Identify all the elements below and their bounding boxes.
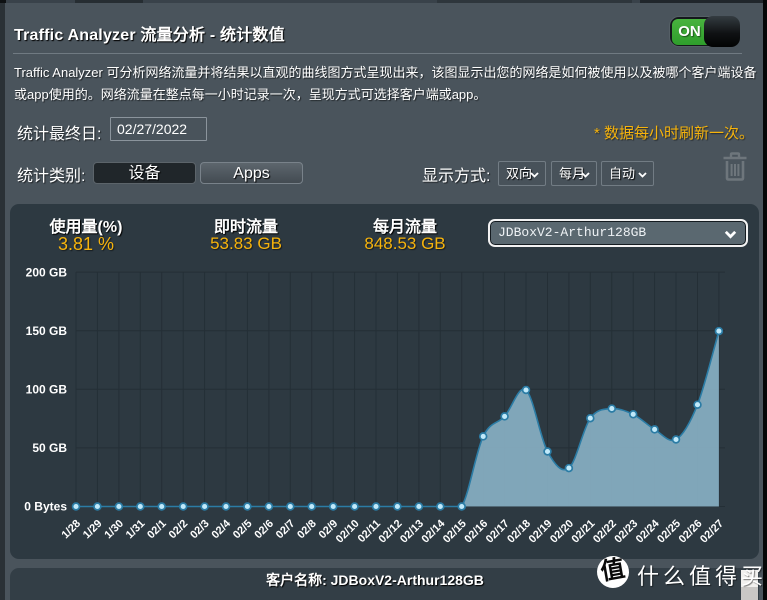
svg-text:02/7: 02/7 xyxy=(274,518,298,542)
svg-text:200 GB: 200 GB xyxy=(26,265,68,279)
svg-text:02/26: 02/26 xyxy=(677,518,705,546)
svg-text:1/29: 1/29 xyxy=(81,518,105,542)
svg-text:02/4: 02/4 xyxy=(209,517,233,541)
svg-text:02/2: 02/2 xyxy=(167,518,191,542)
svg-text:02/21: 02/21 xyxy=(569,518,597,546)
svg-text:1/30: 1/30 xyxy=(102,518,126,542)
svg-text:02/8: 02/8 xyxy=(295,518,319,542)
svg-text:02/16: 02/16 xyxy=(462,518,490,546)
svg-text:02/6: 02/6 xyxy=(252,518,276,542)
svg-text:02/22: 02/22 xyxy=(591,518,619,546)
svg-text:02/17: 02/17 xyxy=(484,518,512,546)
svg-text:02/10: 02/10 xyxy=(334,518,362,546)
svg-text:02/13: 02/13 xyxy=(398,518,426,546)
svg-text:02/15: 02/15 xyxy=(441,518,469,546)
svg-text:100 GB: 100 GB xyxy=(26,383,68,397)
svg-text:02/27: 02/27 xyxy=(698,518,726,546)
svg-text:1/28: 1/28 xyxy=(59,518,83,542)
svg-text:0 Bytes: 0 Bytes xyxy=(24,500,67,514)
svg-text:150 GB: 150 GB xyxy=(26,324,68,338)
svg-text:02/20: 02/20 xyxy=(548,518,576,546)
svg-text:02/5: 02/5 xyxy=(231,518,255,542)
svg-text:02/1: 02/1 xyxy=(145,518,169,542)
svg-text:02/12: 02/12 xyxy=(377,518,405,546)
svg-text:02/11: 02/11 xyxy=(356,518,384,546)
svg-text:50 GB: 50 GB xyxy=(32,441,67,455)
svg-text:02/25: 02/25 xyxy=(655,518,683,546)
svg-text:02/3: 02/3 xyxy=(188,518,212,542)
svg-text:02/19: 02/19 xyxy=(527,518,555,546)
svg-text:02/18: 02/18 xyxy=(505,518,533,546)
svg-text:02/23: 02/23 xyxy=(612,518,640,546)
svg-text:1/31: 1/31 xyxy=(124,518,148,542)
